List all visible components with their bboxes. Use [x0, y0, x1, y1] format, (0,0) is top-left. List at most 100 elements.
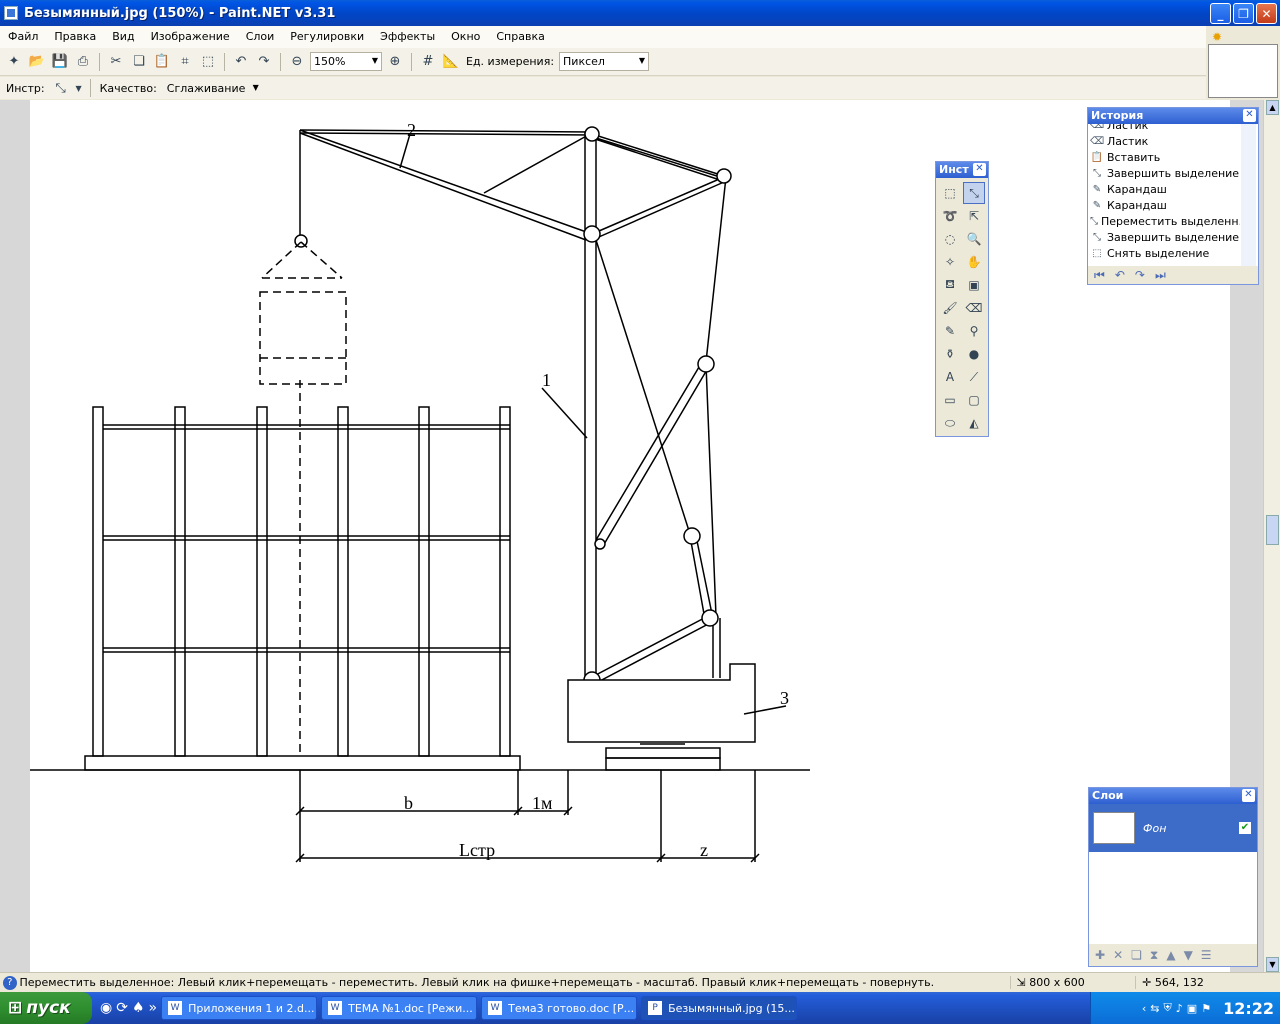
rectangle-tool-icon[interactable]: ▭	[939, 389, 961, 411]
crop-icon[interactable]: ⌗	[175, 52, 195, 72]
monitor-icon[interactable]: ▣	[1187, 1002, 1197, 1015]
zoom-out-icon[interactable]: ⊖	[287, 52, 307, 72]
history-item[interactable]: ⤡ Переместить выделенн...	[1090, 214, 1240, 230]
add-layer-icon[interactable]: ✚	[1095, 948, 1105, 962]
save-icon[interactable]: 💾	[50, 52, 70, 72]
menu-edit[interactable]: Правка	[46, 26, 104, 48]
open-folder-icon[interactable]: 📂	[27, 52, 47, 72]
rewind-icon[interactable]: ⏮	[1094, 268, 1105, 283]
history-panel-title[interactable]: История ✕	[1088, 108, 1258, 124]
scroll-down-icon[interactable]: ▼	[1266, 957, 1279, 972]
shield-icon[interactable]: ⛨	[1164, 1001, 1172, 1015]
paintbrush-tool-icon[interactable]: 🖌	[939, 297, 961, 319]
image-canvas[interactable]: 1 2 3 b 1м Lстр z	[30, 100, 1230, 972]
pan-tool-icon[interactable]: ✋	[963, 251, 985, 273]
menu-view[interactable]: Вид	[104, 26, 142, 48]
deselect-icon[interactable]: ⬚	[198, 52, 218, 72]
quality-combo[interactable]: Сглаживание ▼	[163, 79, 263, 98]
freeform-shape-tool-icon[interactable]: ◭	[963, 412, 985, 434]
history-scrollbar[interactable]	[1241, 124, 1256, 268]
paste-icon[interactable]: 📋	[152, 52, 172, 72]
vertical-scrollbar[interactable]: ▲ ▼	[1263, 100, 1280, 972]
chevron-down-icon[interactable]: ▼	[75, 78, 83, 98]
units-combo[interactable]: Пиксел ▼	[559, 52, 650, 71]
opera-icon[interactable]: ◉	[100, 1000, 112, 1016]
ellipse-tool-icon[interactable]: ⬭	[939, 412, 961, 434]
lasso-select-tool-icon[interactable]: ➰	[939, 205, 961, 227]
layers-panel-title[interactable]: Слои ✕	[1089, 788, 1257, 804]
history-item[interactable]: ✎ Карандаш	[1090, 182, 1240, 198]
start-button[interactable]: ⊞ пуск	[0, 992, 92, 1024]
history-item[interactable]: ⤡ Завершить выделение	[1090, 230, 1240, 246]
redo-icon[interactable]: ↷	[254, 52, 274, 72]
tools-panel-title[interactable]: Инст ✕	[936, 162, 988, 178]
minimize-button[interactable]: _	[1210, 3, 1231, 24]
line-tool-icon[interactable]: ⟋	[963, 366, 985, 388]
close-icon[interactable]: ✕	[1243, 109, 1256, 122]
history-item[interactable]: ⌫ Ластик	[1090, 134, 1240, 150]
image-thumbnail[interactable]	[1208, 44, 1278, 98]
chevron-left-icon[interactable]: ‹	[1142, 1002, 1146, 1015]
task-button[interactable]: P Безымянный.jpg (15...	[641, 996, 798, 1020]
print-icon[interactable]: ⎙	[73, 52, 93, 72]
scroll-up-icon[interactable]: ▲	[1266, 100, 1279, 115]
menu-file[interactable]: Файл	[0, 26, 46, 48]
layer-row[interactable]: Фон ✔	[1089, 804, 1257, 852]
pencil-tool-icon[interactable]: ✎	[939, 320, 961, 342]
menu-effects[interactable]: Эффекты	[372, 26, 443, 48]
history-item[interactable]: ⌫ Ластик	[1090, 124, 1240, 134]
scroll-thumb[interactable]	[1266, 515, 1279, 545]
undo-icon[interactable]: ↶	[1115, 268, 1125, 282]
grid-icon[interactable]: #	[418, 52, 438, 72]
ruler-icon[interactable]: 📐	[441, 52, 461, 72]
menu-layers[interactable]: Слои	[238, 26, 283, 48]
eraser-tool-icon[interactable]: ⌫	[963, 297, 985, 319]
copy-icon[interactable]: ❏	[129, 52, 149, 72]
fast-forward-icon[interactable]: ⏭	[1155, 268, 1166, 283]
layer-properties-icon[interactable]: ☰	[1201, 948, 1212, 962]
app-icon[interactable]: ♠	[132, 1000, 145, 1016]
maximize-button[interactable]: ❐	[1233, 3, 1254, 24]
menu-image[interactable]: Изображение	[143, 26, 238, 48]
text-tool-icon[interactable]: A	[939, 366, 961, 388]
zoom-in-icon[interactable]: ⊕	[385, 52, 405, 72]
gradient-tool-icon[interactable]: ▣	[963, 274, 985, 296]
task-button[interactable]: W Тема3 готово.doc [Р...	[481, 996, 638, 1020]
move-selection-tool-icon[interactable]: ⤡	[51, 78, 71, 98]
new-file-icon[interactable]: ✦	[4, 52, 24, 72]
move-selection-tool-icon[interactable]: ⤡	[963, 182, 985, 204]
layer-visibility-checkbox[interactable]: ✔	[1239, 822, 1251, 834]
duplicate-layer-icon[interactable]: ❏	[1131, 948, 1142, 962]
network-icon[interactable]: ⇆	[1150, 1002, 1159, 1015]
color-picker-tool-icon[interactable]: ⚲	[963, 320, 985, 342]
expand-icon[interactable]: »	[149, 1000, 158, 1016]
ellipse-select-tool-icon[interactable]: ◌	[939, 228, 961, 250]
menu-window[interactable]: Окно	[443, 26, 488, 48]
history-item[interactable]: ✎ Карандаш	[1090, 198, 1240, 214]
close-icon[interactable]: ✕	[1242, 789, 1255, 802]
magic-wand-tool-icon[interactable]: ✧	[939, 251, 961, 273]
history-item[interactable]: ⬚ Снять выделение	[1090, 246, 1240, 262]
cut-icon[interactable]: ✂	[106, 52, 126, 72]
rounded-rectangle-tool-icon[interactable]: ▢	[963, 389, 985, 411]
zoom-tool-icon[interactable]: 🔍	[963, 228, 985, 250]
volume-icon[interactable]: ♪	[1176, 1002, 1183, 1015]
paint-bucket-tool-icon[interactable]: ⛾	[939, 274, 961, 296]
task-button[interactable]: W Приложения 1 и 2.d...	[161, 996, 318, 1020]
close-button[interactable]: ✕	[1256, 3, 1277, 24]
task-button[interactable]: W ТЕМА №1.doc [Режи...	[321, 996, 478, 1020]
zoom-combo[interactable]: 150% ▼	[310, 52, 382, 71]
clock[interactable]: 12:22	[1223, 999, 1274, 1018]
rectangle-select-tool-icon[interactable]: ⬚	[939, 182, 961, 204]
move-selected-tool-icon[interactable]: ⇱	[963, 205, 985, 227]
menu-help[interactable]: Справка	[488, 26, 552, 48]
history-item[interactable]: ⤡ Завершить выделение	[1090, 166, 1240, 182]
flag-icon[interactable]: ⚑	[1201, 1002, 1211, 1015]
close-icon[interactable]: ✕	[973, 163, 986, 176]
move-layer-down-icon[interactable]: ▼	[1184, 948, 1193, 962]
clone-stamp-tool-icon[interactable]: ⚱	[939, 343, 961, 365]
paintnet-app-icon[interactable]	[4, 6, 18, 20]
history-item[interactable]: 📋 Вставить	[1090, 150, 1240, 166]
move-layer-up-icon[interactable]: ▲	[1166, 948, 1175, 962]
menu-adjustments[interactable]: Регулировки	[282, 26, 372, 48]
